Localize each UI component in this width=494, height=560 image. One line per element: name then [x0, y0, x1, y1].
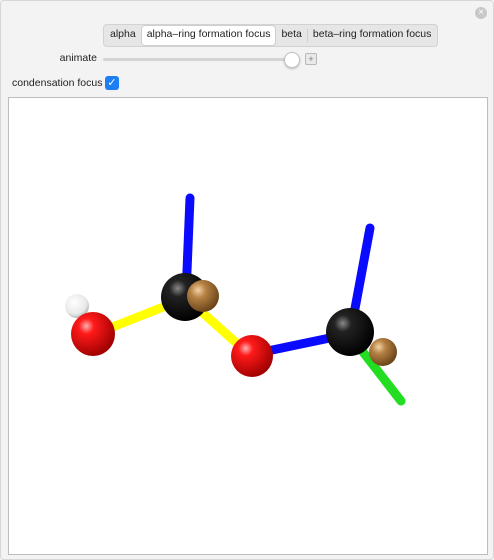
animate-slider[interactable] [103, 52, 301, 68]
oxygen-atom-ring [231, 335, 273, 377]
tab-beta[interactable]: beta [276, 26, 306, 45]
animate-slider-thumb[interactable] [284, 52, 301, 68]
close-icon[interactable]: × [475, 7, 487, 19]
tab-alpha[interactable]: alpha [105, 26, 141, 45]
condensation-focus-label: condensation focus [12, 77, 103, 89]
animate-label: animate [59, 52, 97, 64]
carbon-atom-2 [326, 308, 374, 356]
substituent-atom-1 [187, 280, 219, 312]
condensation-focus-checkbox[interactable]: ✓ [105, 76, 119, 90]
molecule-graphic[interactable] [9, 98, 487, 554]
tab-alpha-ring-formation-focus[interactable]: alpha–ring formation focus [141, 26, 276, 45]
app-window: × alpha alpha–ring formation focus beta … [0, 0, 494, 560]
tab-beta-ring-formation-focus[interactable]: beta–ring formation focus [308, 26, 436, 45]
animate-expand-button[interactable]: + [305, 53, 317, 65]
substituent-atom-2 [369, 338, 397, 366]
oxygen-atom-hydroxyl [71, 312, 115, 356]
view-tabs: alpha alpha–ring formation focus beta be… [103, 24, 439, 47]
animate-control: animate + [1, 51, 493, 68]
molecule-3d-viewport[interactable] [8, 97, 488, 555]
